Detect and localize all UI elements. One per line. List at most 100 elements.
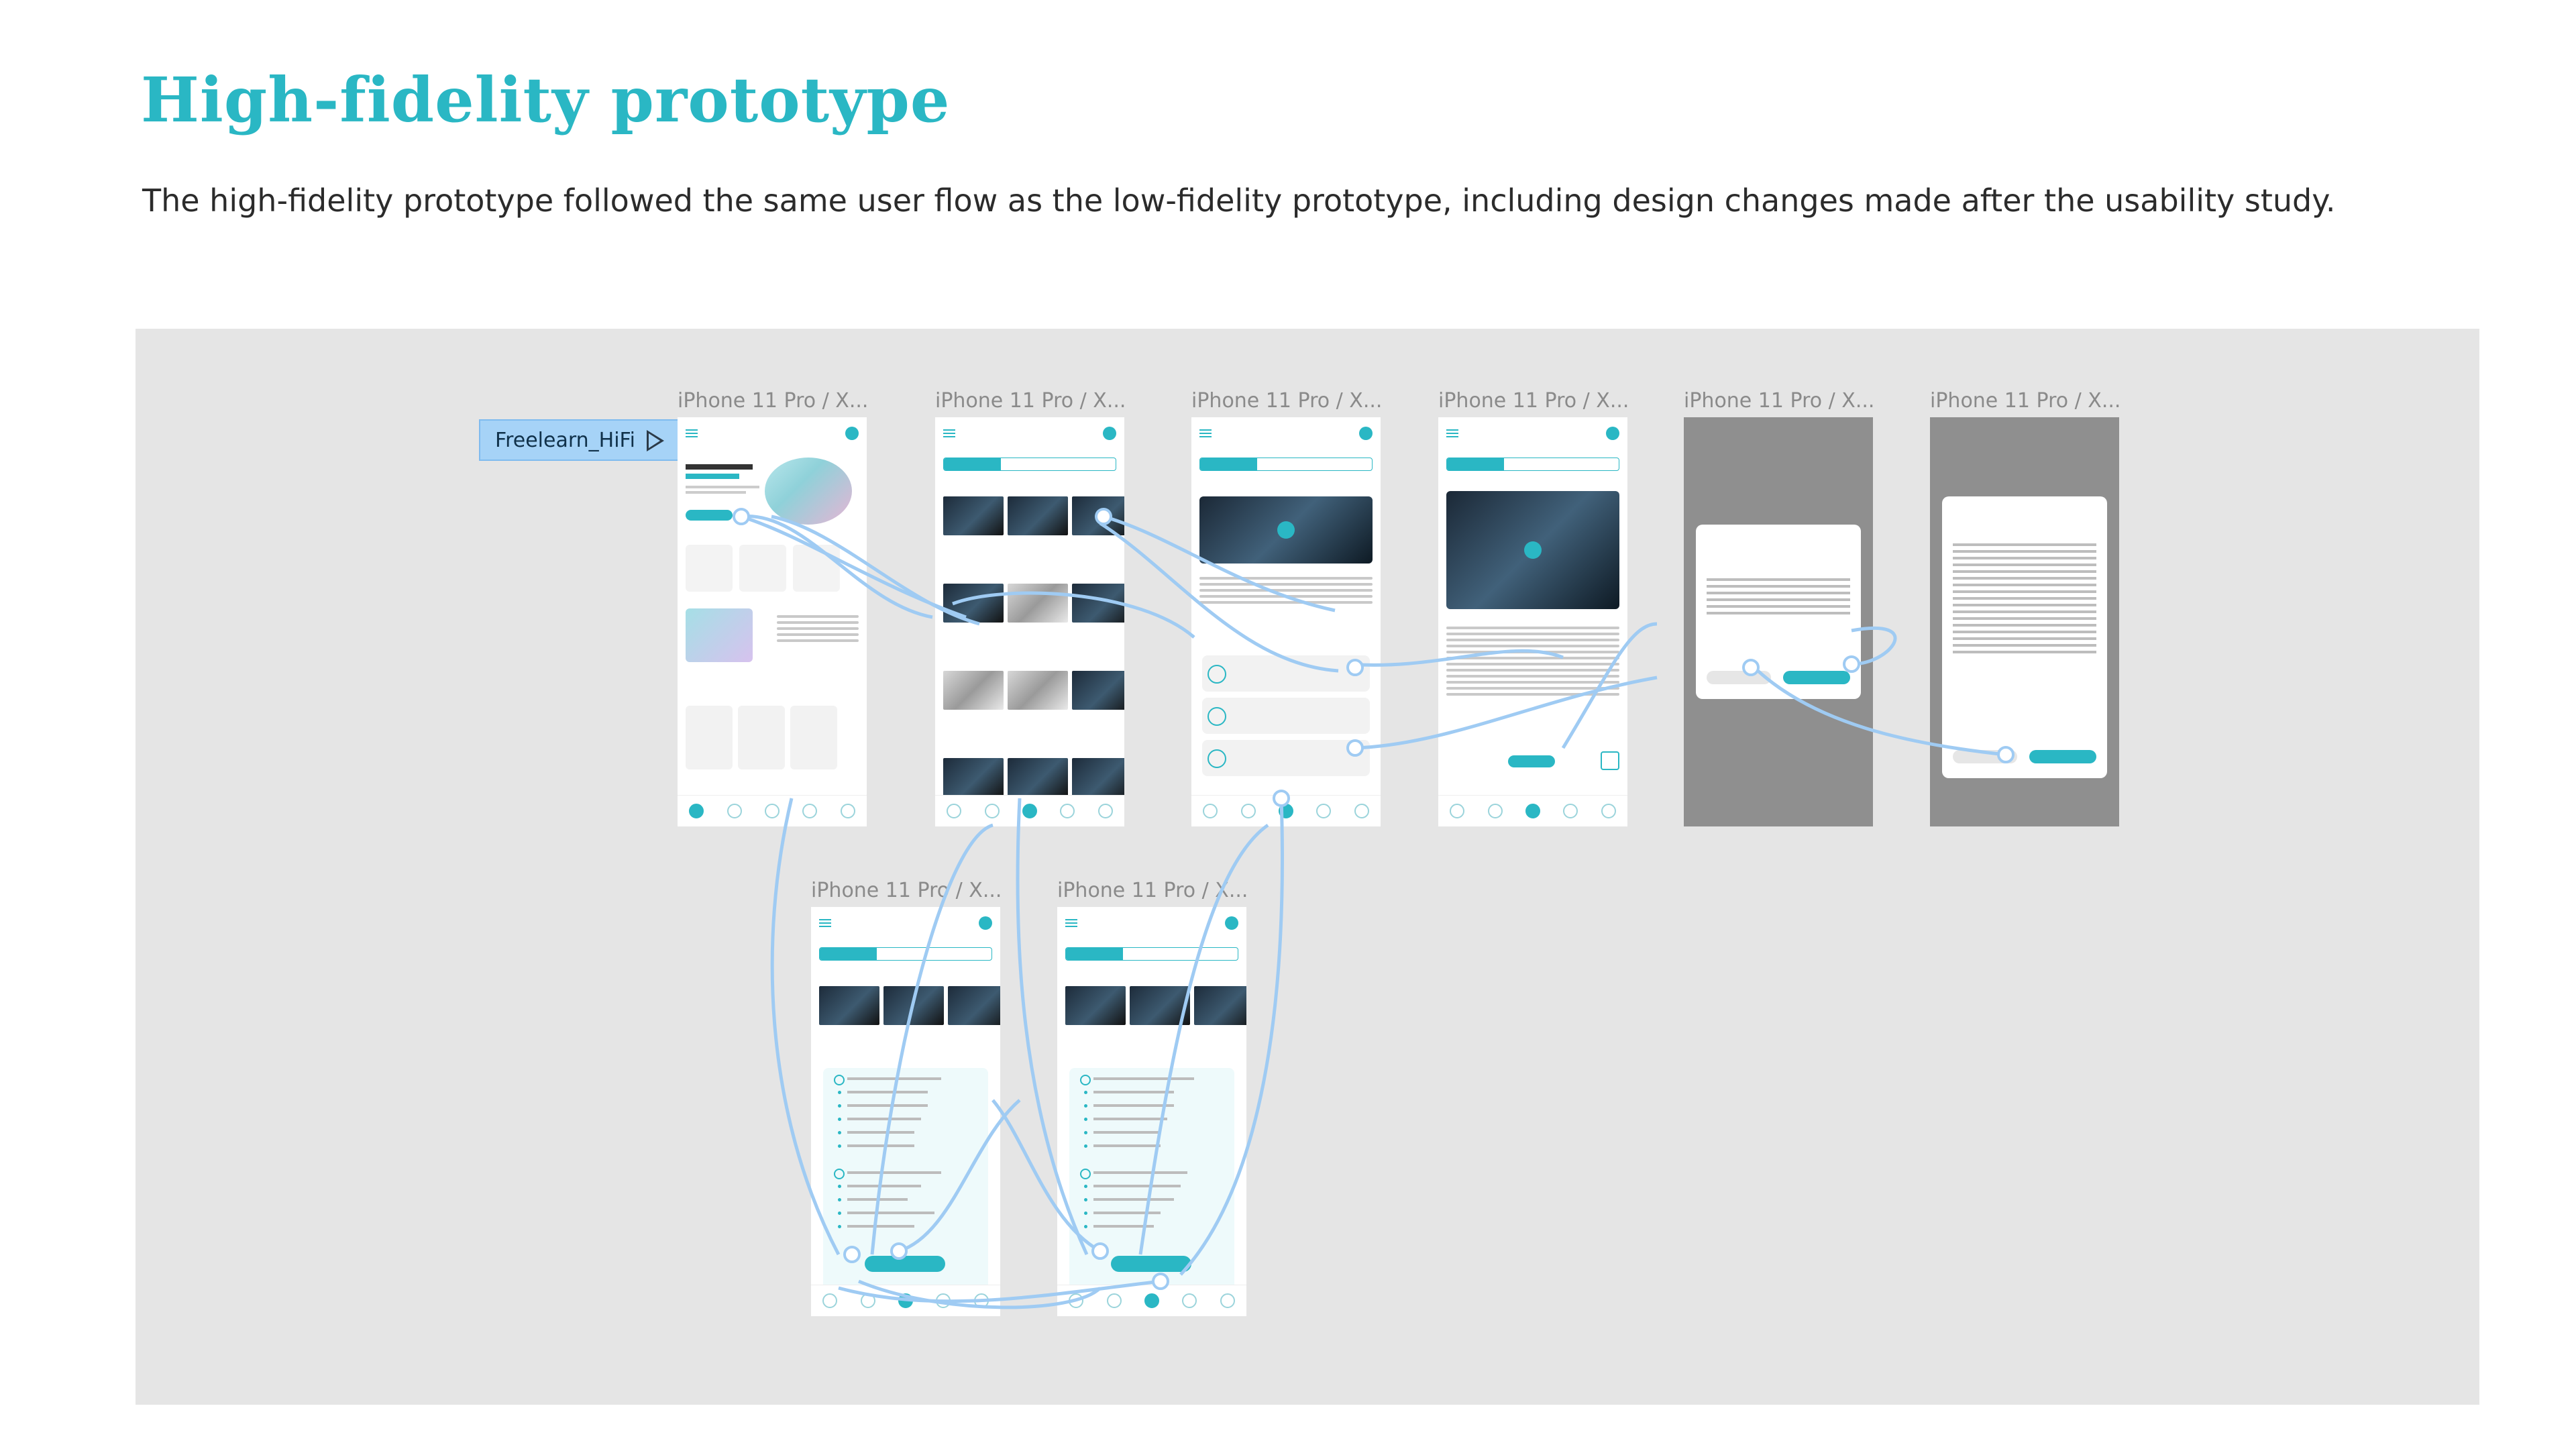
summary-modal bbox=[1942, 496, 2107, 778]
profile-icon[interactable] bbox=[1606, 427, 1619, 440]
course-tabs[interactable] bbox=[1065, 947, 1238, 961]
phone-frame-home[interactable] bbox=[678, 417, 867, 826]
phone-frame-courses[interactable] bbox=[935, 417, 1124, 826]
learning-icon[interactable] bbox=[1525, 804, 1540, 818]
learning-icon[interactable] bbox=[1278, 804, 1293, 818]
menu-icon[interactable] bbox=[1446, 429, 1458, 431]
learning-icon[interactable] bbox=[898, 1293, 913, 1308]
phone-frame-lesson[interactable] bbox=[1438, 417, 1627, 826]
quit-button[interactable] bbox=[1707, 671, 1771, 684]
prototype-canvas: Freelearn_HiFi iPhone 11 Pro / X... iPho… bbox=[136, 329, 2479, 1405]
modal-summary bbox=[1953, 543, 2096, 657]
play-icon[interactable] bbox=[647, 430, 664, 451]
next-lesson-button[interactable] bbox=[2029, 750, 2096, 763]
menu-icon[interactable] bbox=[1065, 919, 1077, 920]
app-header bbox=[935, 417, 1124, 448]
bottom-nav bbox=[1191, 795, 1381, 826]
app-header bbox=[1438, 417, 1627, 448]
chat-icon[interactable] bbox=[936, 1293, 951, 1308]
phone-frame-summary[interactable] bbox=[1930, 417, 2119, 826]
quit-button[interactable] bbox=[1953, 750, 2017, 763]
top-teachers bbox=[686, 706, 860, 769]
phone-frame-course-detail[interactable] bbox=[1191, 417, 1381, 826]
lesson-video[interactable] bbox=[1446, 491, 1619, 609]
hero-text bbox=[686, 464, 759, 504]
courses-icon[interactable] bbox=[1240, 804, 1256, 818]
user-icon[interactable] bbox=[1601, 804, 1616, 818]
chat-icon[interactable] bbox=[1182, 1293, 1197, 1308]
bottom-nav bbox=[811, 1285, 1000, 1316]
frame-label-8: iPhone 11 Pro / X... bbox=[1057, 879, 1248, 902]
lesson-item-1[interactable] bbox=[1202, 655, 1370, 692]
modal-summary bbox=[1707, 578, 1850, 619]
chat-icon[interactable] bbox=[1060, 804, 1075, 818]
home-icon[interactable] bbox=[947, 804, 962, 818]
bottom-nav bbox=[678, 795, 867, 826]
edit-icon[interactable] bbox=[1601, 751, 1619, 770]
bottom-nav bbox=[935, 795, 1124, 826]
frame-label-6: iPhone 11 Pro / X... bbox=[1930, 389, 2121, 413]
course-tabs[interactable] bbox=[943, 458, 1116, 471]
courses-icon[interactable] bbox=[1487, 804, 1503, 818]
profile-icon[interactable] bbox=[979, 916, 992, 930]
frame-label-2: iPhone 11 Pro / X... bbox=[935, 389, 1126, 413]
menu-icon[interactable] bbox=[819, 919, 831, 920]
courses-icon[interactable] bbox=[860, 1293, 875, 1308]
start-learn-button[interactable] bbox=[686, 510, 733, 521]
user-icon[interactable] bbox=[840, 804, 855, 818]
courses-icon[interactable] bbox=[1106, 1293, 1122, 1308]
business-thumbs bbox=[943, 584, 1124, 623]
menu-icon[interactable] bbox=[686, 429, 698, 431]
play-icon[interactable] bbox=[1277, 521, 1295, 539]
finish-button[interactable] bbox=[1508, 755, 1555, 767]
play-icon[interactable] bbox=[1524, 541, 1542, 559]
lesson-tabs[interactable] bbox=[1446, 458, 1619, 471]
home-icon[interactable] bbox=[822, 1293, 838, 1308]
app-header bbox=[1191, 417, 1381, 448]
lesson-item-3[interactable] bbox=[1202, 740, 1370, 776]
phone-frame-studying[interactable] bbox=[811, 907, 1000, 1316]
how-to-learn-text bbox=[777, 615, 859, 645]
phone-frame-finish-modal[interactable] bbox=[1684, 417, 1873, 826]
learning-icon[interactable] bbox=[1022, 804, 1037, 818]
home-icon[interactable] bbox=[1450, 804, 1465, 818]
lesson-item-2[interactable] bbox=[1202, 698, 1370, 734]
menu-icon[interactable] bbox=[943, 429, 955, 431]
how-to-learn-illustration bbox=[686, 608, 753, 662]
flow-start-tag[interactable]: Freelearn_HiFi bbox=[479, 419, 679, 461]
user-icon[interactable] bbox=[1220, 1293, 1235, 1308]
profile-icon[interactable] bbox=[1225, 916, 1238, 930]
chat-icon[interactable] bbox=[802, 804, 818, 818]
chat-icon[interactable] bbox=[1316, 804, 1332, 818]
courses-icon[interactable] bbox=[727, 804, 742, 818]
frame-label-3: iPhone 11 Pro / X... bbox=[1191, 389, 1383, 413]
courses-icon[interactable] bbox=[984, 804, 1000, 818]
app-header bbox=[678, 417, 867, 448]
profile-icon[interactable] bbox=[1103, 427, 1116, 440]
learning-icon[interactable] bbox=[1144, 1293, 1159, 1308]
chat-icon[interactable] bbox=[1563, 804, 1578, 818]
phone-frame-studying-2[interactable] bbox=[1057, 907, 1246, 1316]
lesson-tabs[interactable] bbox=[1199, 458, 1373, 471]
course-tabs[interactable] bbox=[819, 947, 992, 961]
finish-modal bbox=[1696, 525, 1861, 699]
start-to-learn-button[interactable] bbox=[865, 1256, 945, 1272]
next-lesson-button[interactable] bbox=[1783, 671, 1850, 684]
hero-illustration bbox=[765, 458, 852, 525]
app-header bbox=[811, 907, 1000, 938]
user-icon[interactable] bbox=[1097, 804, 1113, 818]
learning-icon[interactable] bbox=[764, 804, 780, 818]
profile-icon[interactable] bbox=[1359, 427, 1373, 440]
course-video[interactable] bbox=[1199, 496, 1373, 564]
user-icon[interactable] bbox=[1354, 804, 1369, 818]
home-icon[interactable] bbox=[1203, 804, 1218, 818]
course-description bbox=[1199, 577, 1373, 607]
frame-label-1: iPhone 11 Pro / X... bbox=[678, 389, 869, 413]
home-icon[interactable] bbox=[689, 804, 704, 818]
start-to-learn-button[interactable] bbox=[1111, 1256, 1191, 1272]
menu-icon[interactable] bbox=[1199, 429, 1212, 431]
profile-icon[interactable] bbox=[845, 427, 859, 440]
page-title: High-fidelity prototype bbox=[141, 64, 951, 136]
home-icon[interactable] bbox=[1069, 1293, 1084, 1308]
user-icon[interactable] bbox=[973, 1293, 989, 1308]
